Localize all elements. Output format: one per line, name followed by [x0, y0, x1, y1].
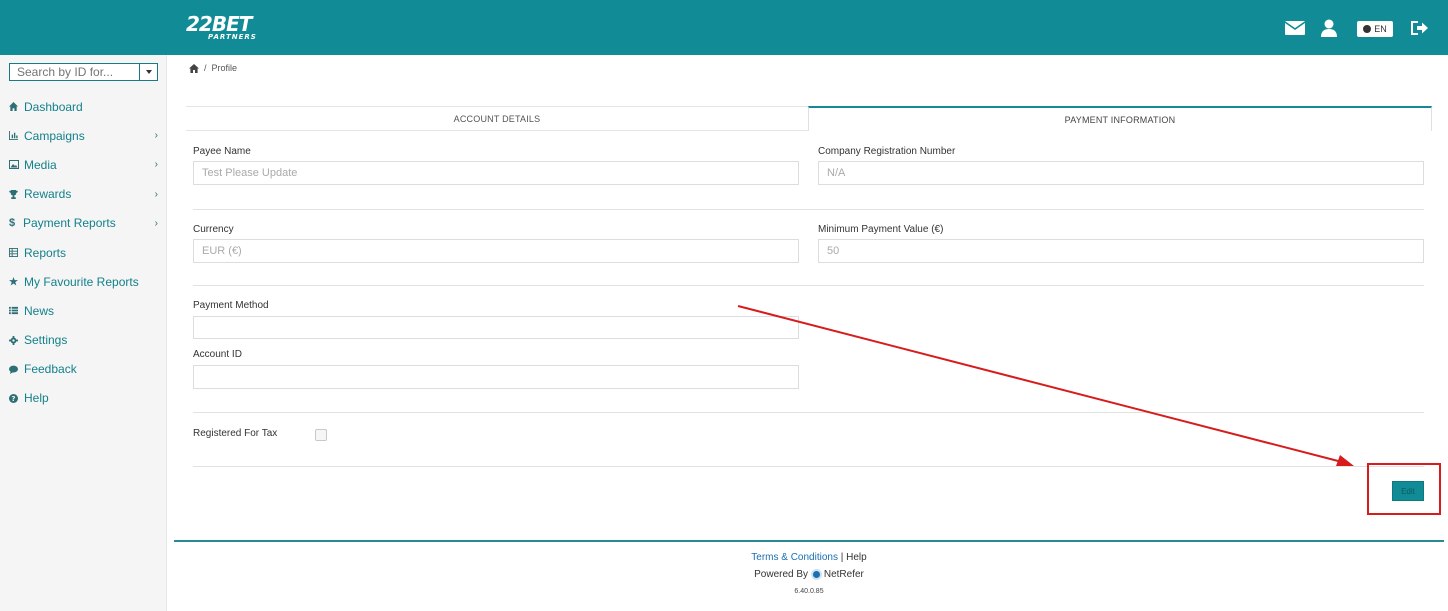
- registered-tax-label: Registered For Tax: [193, 428, 278, 439]
- home-icon[interactable]: [189, 63, 199, 73]
- divider: [193, 209, 1424, 210]
- breadcrumb-separator: /: [204, 63, 207, 73]
- svg-text:?: ?: [11, 394, 15, 403]
- sidebar-item-reports[interactable]: Reports: [0, 238, 167, 267]
- payee-name-label: Payee Name: [193, 146, 251, 157]
- currency-label: Currency: [193, 224, 234, 235]
- divider: [193, 466, 1424, 467]
- question-icon: ?: [9, 393, 18, 403]
- id-search: [9, 63, 158, 81]
- help-link[interactable]: Help: [846, 552, 867, 563]
- list-icon: [9, 307, 18, 315]
- chevron-right-icon: ›: [154, 188, 158, 200]
- chevron-right-icon: ›: [154, 159, 158, 171]
- caret-down-icon: [145, 70, 152, 74]
- footer-separator: |: [840, 552, 844, 563]
- sidebar-item-label: Settings: [24, 333, 68, 348]
- star-icon: [9, 277, 18, 286]
- sidebar-item-rewards[interactable]: Rewards ›: [0, 180, 167, 209]
- gear-icon: [9, 335, 18, 345]
- chevron-right-icon: ›: [154, 217, 158, 229]
- logo-sub: PARTNERS: [208, 33, 257, 41]
- profile-tabs: ACCOUNT DETAILS PAYMENT INFORMATION: [186, 106, 1432, 131]
- home-icon: [9, 102, 18, 112]
- account-id-field[interactable]: [193, 365, 799, 389]
- bar-chart-icon: [9, 131, 18, 141]
- netrefer-logo-icon: [810, 568, 822, 580]
- image-icon: [9, 160, 19, 170]
- top-header: 22BET PARTNERS EN: [0, 0, 1448, 55]
- footer: Terms & Conditions | Help Powered By Net…: [174, 549, 1444, 600]
- chevron-right-icon: ›: [154, 130, 158, 142]
- sidebar-item-label: Campaigns: [24, 128, 85, 143]
- dollar-icon: $: [9, 217, 16, 230]
- sidebar-item-label: Media: [24, 157, 57, 172]
- sidebar-item-campaigns[interactable]: Campaigns ›: [0, 121, 167, 150]
- brand-logo[interactable]: 22BET PARTNERS: [186, 14, 256, 41]
- table-icon: [9, 248, 18, 258]
- breadcrumb-current: Profile: [211, 63, 238, 73]
- payment-method-label: Payment Method: [193, 300, 269, 311]
- sidebar-item-label: My Favourite Reports: [24, 274, 139, 289]
- footer-divider: [174, 540, 1444, 542]
- terms-link[interactable]: Terms & Conditions: [751, 552, 838, 563]
- sidebar-item-feedback[interactable]: Feedback: [0, 355, 167, 384]
- sidebar-item-media[interactable]: Media ›: [0, 150, 167, 179]
- sidebar-item-label: News: [24, 303, 55, 318]
- tab-account-details[interactable]: ACCOUNT DETAILS: [186, 106, 808, 131]
- logout-icon[interactable]: [1409, 19, 1429, 37]
- payment-method-field[interactable]: [193, 316, 799, 339]
- sidebar-item-label: Reports: [24, 245, 67, 260]
- sidebar-item-payment-reports[interactable]: $ Payment Reports ›: [0, 209, 167, 238]
- comment-icon: [9, 365, 18, 374]
- globe-icon: [1363, 25, 1372, 33]
- mail-icon[interactable]: [1285, 19, 1305, 37]
- sidebar-item-label: Help: [24, 391, 49, 406]
- sidebar-item-label: Rewards: [24, 187, 72, 202]
- sidebar-item-label: Feedback: [24, 362, 77, 377]
- vendor-name: NetRefer: [823, 569, 864, 580]
- sidebar-item-label: Payment Reports: [23, 216, 116, 231]
- registered-tax-checkbox[interactable]: [315, 429, 327, 441]
- divider: [193, 412, 1424, 413]
- sidebar: Dashboard Campaigns › Media › Rewards › …: [0, 55, 167, 611]
- min-payment-field[interactable]: 50: [818, 239, 1424, 263]
- payee-name-field[interactable]: Test Please Update: [193, 161, 799, 185]
- currency-field[interactable]: EUR (€): [193, 239, 799, 263]
- account-id-label: Account ID: [193, 349, 242, 360]
- sidebar-nav: Dashboard Campaigns › Media › Rewards › …: [0, 92, 167, 413]
- breadcrumb: / Profile: [189, 63, 237, 73]
- sidebar-item-news[interactable]: News: [0, 296, 167, 325]
- sidebar-item-settings[interactable]: Settings: [0, 326, 167, 355]
- sidebar-item-dashboard[interactable]: Dashboard: [0, 92, 167, 121]
- sidebar-item-favourite-reports[interactable]: My Favourite Reports: [0, 267, 167, 296]
- sidebar-item-label: Dashboard: [24, 99, 83, 114]
- trophy-icon: [9, 189, 18, 199]
- company-reg-label: Company Registration Number: [818, 146, 956, 157]
- language-selector[interactable]: EN: [1357, 21, 1393, 37]
- divider: [193, 285, 1424, 286]
- company-reg-field[interactable]: N/A: [818, 161, 1424, 185]
- powered-by-label: Powered By: [754, 569, 809, 580]
- sidebar-item-help[interactable]: ? Help: [0, 384, 167, 413]
- language-label: EN: [1374, 24, 1387, 34]
- min-payment-label: Minimum Payment Value (€): [818, 224, 944, 235]
- tab-payment-information[interactable]: PAYMENT INFORMATION: [808, 106, 1432, 131]
- user-icon[interactable]: [1321, 19, 1337, 37]
- id-search-input[interactable]: [10, 64, 139, 80]
- edit-button[interactable]: Edit: [1392, 481, 1424, 501]
- search-dropdown-button[interactable]: [139, 64, 157, 80]
- version-label: 6.40.0.85: [794, 588, 824, 595]
